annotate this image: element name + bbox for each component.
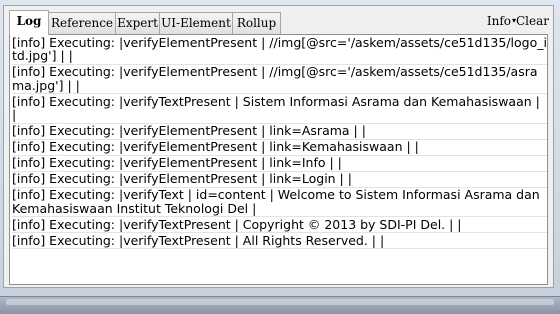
info-dropdown-button[interactable]: Info▾ xyxy=(487,14,516,28)
log-entry: [info] Executing: |verifyTextPresent | A… xyxy=(12,233,547,249)
window-frame: Log Reference Expert UI-Element Rollup I… xyxy=(0,0,560,314)
bottom-bar-highlight xyxy=(6,299,554,305)
log-entry: [info] Executing: |verifyElementPresent … xyxy=(12,172,547,188)
window-bottom-border xyxy=(0,296,560,314)
tab-bar: Log Reference Expert UI-Element Rollup I… xyxy=(9,10,549,35)
log-entry: [info] Executing: |verifyTextPresent | S… xyxy=(12,94,547,124)
log-entry: [info] Executing: |verifyText | id=conte… xyxy=(12,188,547,217)
tab-log[interactable]: Log xyxy=(9,10,49,35)
log-entry: [info] Executing: |verifyElementPresent … xyxy=(12,34,547,65)
tab-reference[interactable]: Reference xyxy=(48,12,116,34)
log-output[interactable]: [info] Executing: |verifyElementPresent … xyxy=(9,34,548,285)
clear-button[interactable]: Clear xyxy=(516,14,549,28)
log-entry: [info] Executing: |verifyTextPresent | C… xyxy=(12,217,547,233)
log-entry: [info] Executing: |verifyElementPresent … xyxy=(12,140,547,156)
tab-expert[interactable]: Expert xyxy=(115,12,160,34)
info-label: Info xyxy=(486,14,511,28)
log-entry: [info] Executing: |verifyElementPresent … xyxy=(12,156,547,172)
log-panel: Log Reference Expert UI-Element Rollup I… xyxy=(3,5,554,288)
tab-ui-element[interactable]: UI-Element xyxy=(159,12,233,34)
log-entry: [info] Executing: |verifyElementPresent … xyxy=(12,124,547,140)
tab-rollup[interactable]: Rollup xyxy=(232,12,281,34)
log-entry: [info] Executing: |verifyElementPresent … xyxy=(12,65,547,94)
